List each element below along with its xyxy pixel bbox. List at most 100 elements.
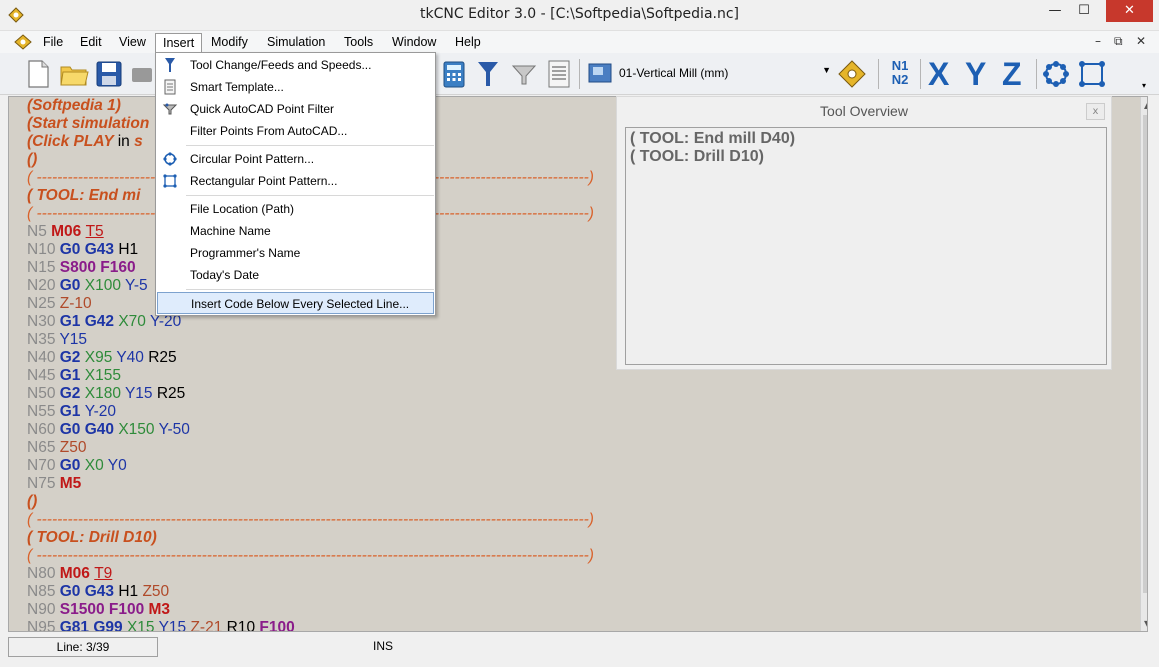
code-line[interactable]: N15 S800 F160 xyxy=(27,259,136,277)
menu-item-quick-autocad-filter[interactable]: Quick AutoCAD Point Filter xyxy=(157,98,434,120)
code-token: N5 xyxy=(27,223,52,240)
tool-overview-panel: Tool Overview x ( TOOL: End mill D40) ( … xyxy=(616,96,1112,370)
code-line[interactable]: () xyxy=(27,493,37,511)
code-line[interactable]: ( TOOL: Drill D10) xyxy=(27,529,157,547)
menu-item-insert-code-below[interactable]: Insert Code Below Every Selected Line... xyxy=(157,292,434,314)
tool-entry[interactable]: ( TOOL: Drill D10) xyxy=(630,148,764,166)
code-line[interactable]: (Softpedia 1) xyxy=(27,97,121,115)
menu-item-todays-date[interactable]: Today's Date xyxy=(157,264,434,286)
code-token: G1 xyxy=(59,403,85,420)
scroll-up-icon[interactable]: ▲ xyxy=(1144,101,1147,110)
code-token: in xyxy=(117,133,130,150)
code-line[interactable]: () xyxy=(27,151,37,169)
close-button[interactable]: ✕ xyxy=(1106,0,1153,22)
menu-item-circular-pattern[interactable]: Circular Point Pattern... xyxy=(157,148,434,170)
document-icon[interactable] xyxy=(14,34,32,50)
code-token: S800 F160 xyxy=(59,259,136,276)
menu-tools[interactable]: Tools xyxy=(337,33,380,52)
tool-overview-close-button[interactable]: x xyxy=(1086,103,1105,120)
menu-item-machine-name[interactable]: Machine Name xyxy=(157,220,434,242)
code-line[interactable]: (Click PLAY in s xyxy=(27,133,143,151)
code-token: S1500 F100 xyxy=(59,601,149,618)
code-line[interactable]: N40 G2 X95 Y40 R25 xyxy=(27,349,177,367)
code-line[interactable]: N10 G0 G43 H1 xyxy=(27,241,138,259)
code-line[interactable]: N35 Y15 xyxy=(27,331,87,349)
code-token: M5 xyxy=(59,475,82,492)
chevron-down-icon[interactable]: ▼ xyxy=(822,65,831,75)
code-line[interactable]: N5 M06 T5 xyxy=(27,223,104,241)
calculator-icon[interactable] xyxy=(438,58,470,90)
tool-overview-title: Tool Overview xyxy=(820,103,908,119)
code-line[interactable]: N60 G0 G40 X150 Y-50 xyxy=(27,421,190,439)
code-token: N55 xyxy=(27,403,60,420)
code-line[interactable]: N95 G81 G99 X15 Y15 Z-21 R10 F100 xyxy=(27,619,295,632)
scroll-down-icon[interactable]: ▼ xyxy=(1144,619,1147,628)
code-line[interactable]: ( --------------------------------------… xyxy=(27,511,594,529)
code-line[interactable]: N65 Z50 xyxy=(27,439,86,457)
code-line[interactable]: N90 S1500 F100 M3 xyxy=(27,601,170,619)
code-line[interactable]: N70 G0 X0 Y0 xyxy=(27,457,127,475)
open-folder-icon[interactable] xyxy=(58,58,90,90)
menu-edit[interactable]: Edit xyxy=(73,33,109,52)
code-line[interactable]: N55 G1 Y-20 xyxy=(27,403,116,421)
code-line[interactable]: ( TOOL: End mi xyxy=(27,187,140,205)
code-line[interactable]: N75 M5 xyxy=(27,475,81,493)
scrollbar-thumb[interactable] xyxy=(1143,115,1147,593)
tool-icon[interactable] xyxy=(472,58,504,90)
rectangular-pattern-icon[interactable] xyxy=(1076,58,1108,90)
code-line[interactable]: N85 G0 G43 H1 Z50 xyxy=(27,583,169,601)
funnel-filter-icon[interactable] xyxy=(508,58,540,90)
new-file-icon[interactable] xyxy=(22,58,54,90)
code-token: G0 xyxy=(59,277,85,294)
save-icon[interactable] xyxy=(93,58,125,90)
z-axis-button[interactable]: Z xyxy=(1002,56,1022,93)
menu-item-label: Tool Change/Feeds and Speeds... xyxy=(190,58,372,72)
menu-window[interactable]: Window xyxy=(385,33,443,52)
code-line[interactable]: (Start simulation xyxy=(27,115,149,133)
vertical-scrollbar[interactable]: ▲ ▼ xyxy=(1140,97,1147,631)
menu-item-tool-change[interactable]: Tool Change/Feeds and Speeds... xyxy=(157,54,434,76)
minimize-button[interactable]: — xyxy=(1041,0,1069,22)
code-line[interactable]: N80 M06 T9 xyxy=(27,565,112,583)
menu-separator xyxy=(186,145,434,146)
mdi-close-button[interactable]: ✕ xyxy=(1136,34,1146,48)
code-line[interactable]: N20 G0 X100 Y-5 xyxy=(27,277,148,295)
menu-item-file-location[interactable]: File Location (Path) xyxy=(157,198,434,220)
renumber-button[interactable]: N1 N2 xyxy=(886,59,914,87)
code-line[interactable]: N50 G2 X180 Y15 R25 xyxy=(27,385,185,403)
report-icon[interactable] xyxy=(543,58,575,90)
code-line[interactable]: N25 Z-10 xyxy=(27,295,92,313)
mdi-minimize-button[interactable]: – xyxy=(1095,34,1101,48)
menu-item-programmer-name[interactable]: Programmer's Name xyxy=(157,242,434,264)
status-insert-mode: INS xyxy=(373,639,394,653)
code-token: X100 xyxy=(84,277,125,294)
menu-item-smart-template[interactable]: Smart Template... xyxy=(157,76,434,98)
menu-item-rectangular-pattern[interactable]: Rectangular Point Pattern... xyxy=(157,170,434,192)
tool-entry[interactable]: ( TOOL: End mill D40) xyxy=(630,130,795,148)
code-token: Y15 xyxy=(158,619,191,632)
menu-item-label: Machine Name xyxy=(190,224,271,238)
machine-select[interactable]: 01-Vertical Mill (mm) ▼ xyxy=(583,61,833,85)
menu-item-label: Programmer's Name xyxy=(190,246,301,260)
menu-item-filter-points-autocad[interactable]: Filter Points From AutoCAD... xyxy=(157,120,434,142)
print-icon[interactable] xyxy=(130,58,152,90)
menu-simulation[interactable]: Simulation xyxy=(260,33,332,52)
x-axis-button[interactable]: X xyxy=(928,56,949,93)
maximize-button[interactable]: ☐ xyxy=(1070,0,1098,22)
circular-pattern-icon[interactable] xyxy=(1040,58,1072,90)
code-token: Y-50 xyxy=(158,421,190,438)
menu-file[interactable]: File xyxy=(36,33,70,52)
code-line[interactable]: ( --------------------------------------… xyxy=(27,547,594,565)
code-token: ( TOOL: End mi xyxy=(27,187,141,204)
code-line[interactable]: N45 G1 X155 xyxy=(27,367,121,385)
menu-modify[interactable]: Modify xyxy=(204,33,255,52)
menu-help[interactable]: Help xyxy=(448,33,488,52)
mdi-restore-button[interactable]: ⧉ xyxy=(1114,34,1123,49)
code-token: G0 xyxy=(59,457,85,474)
menu-view[interactable]: View xyxy=(112,33,153,52)
menu-insert[interactable]: Insert xyxy=(155,33,203,54)
y-axis-button[interactable]: Y xyxy=(965,56,986,93)
tool-insert-icon[interactable] xyxy=(836,58,868,90)
code-token: N60 xyxy=(27,421,60,438)
toolbar-overflow-icon[interactable]: ▾ xyxy=(1142,81,1146,90)
